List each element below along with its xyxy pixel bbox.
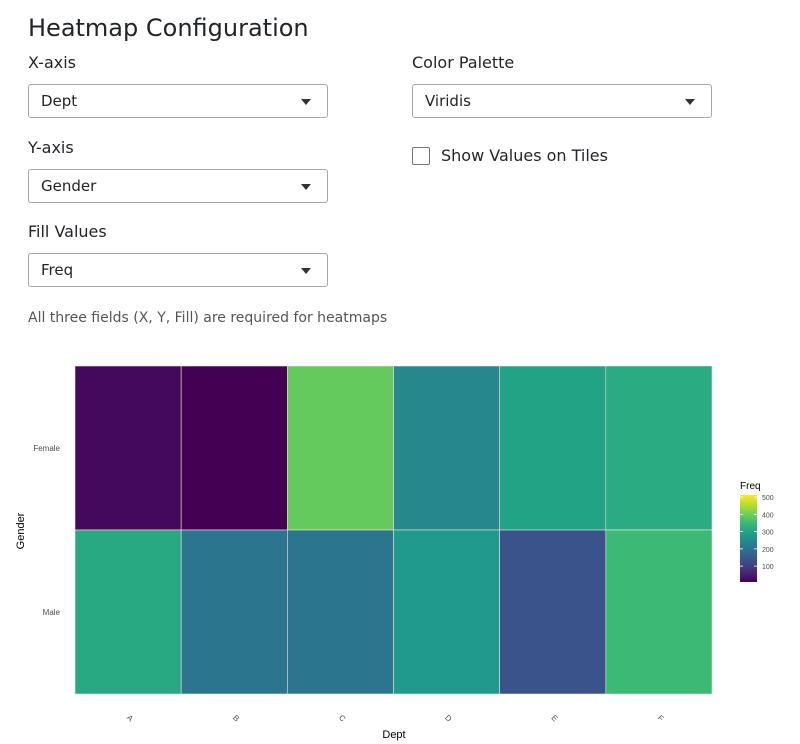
legend-tick-label: 200 xyxy=(762,547,774,554)
heatmap-tile-female-b xyxy=(180,365,288,531)
heatmap-tile-female-f xyxy=(605,365,713,531)
heatmap-tile-male-f xyxy=(605,529,713,695)
chevron-down-icon xyxy=(301,268,311,274)
legend-tick-label: 100 xyxy=(762,564,774,571)
help-text: All three fields (X, Y, Fill) are requir… xyxy=(28,310,388,326)
heatmap-tile-female-e xyxy=(499,365,607,531)
y-axis-label: Y-axis xyxy=(28,138,74,157)
y-axis-select[interactable]: Gender xyxy=(28,169,328,203)
chevron-down-icon xyxy=(301,184,311,190)
heatmap-tile-male-b xyxy=(180,529,288,695)
y-tick-label: Male xyxy=(43,608,61,617)
fill-values-select-value: Freq xyxy=(41,261,74,279)
page-title: Heatmap Configuration xyxy=(28,14,309,42)
x-axis-label: X-axis xyxy=(28,53,76,72)
x-axis-select-value: Dept xyxy=(41,92,78,110)
heatmap-tile-female-c xyxy=(287,365,394,531)
heatmap-tile-male-d xyxy=(393,529,500,695)
x-tick-label: B xyxy=(231,713,241,723)
heatmap-tile-female-d xyxy=(393,365,500,531)
chevron-down-icon xyxy=(301,99,311,105)
color-palette-label: Color Palette xyxy=(412,53,515,72)
heatmap-tile-male-c xyxy=(287,529,394,695)
heatmap-tile-male-e xyxy=(499,529,607,695)
chevron-down-icon xyxy=(685,99,695,105)
fill-values-label: Fill Values xyxy=(28,222,107,241)
y-tick-label: Female xyxy=(33,444,60,453)
x-axis-title: Dept xyxy=(382,729,405,741)
heatmap-tile-male-a xyxy=(74,529,182,695)
x-tick-label: D xyxy=(443,713,454,724)
color-palette-select[interactable]: Viridis xyxy=(412,84,712,118)
x-tick-label: F xyxy=(656,713,666,723)
show-values-label[interactable]: Show Values on Tiles xyxy=(441,146,608,165)
y-axis-select-value: Gender xyxy=(41,177,97,195)
heatmap-tile-female-a xyxy=(74,365,182,531)
x-tick-label: E xyxy=(549,713,559,723)
legend-title: Freq xyxy=(740,481,761,492)
fill-values-select[interactable]: Freq xyxy=(28,253,328,287)
show-values-checkbox[interactable] xyxy=(412,147,430,165)
x-tick-label: A xyxy=(125,713,136,724)
heatmap-chart: A B C D E F Female Male Dept Gender Freq 100 20… xyxy=(15,365,774,741)
x-tick-label: C xyxy=(337,713,348,724)
legend-colorbar xyxy=(740,495,757,582)
color-palette-select-value: Viridis xyxy=(425,92,471,110)
legend-tick-label: 300 xyxy=(762,530,774,537)
x-axis-select[interactable]: Dept xyxy=(28,84,328,118)
legend-tick-label: 500 xyxy=(762,495,774,502)
y-axis-title: Gender xyxy=(15,512,27,549)
legend-tick-label: 400 xyxy=(762,512,774,519)
